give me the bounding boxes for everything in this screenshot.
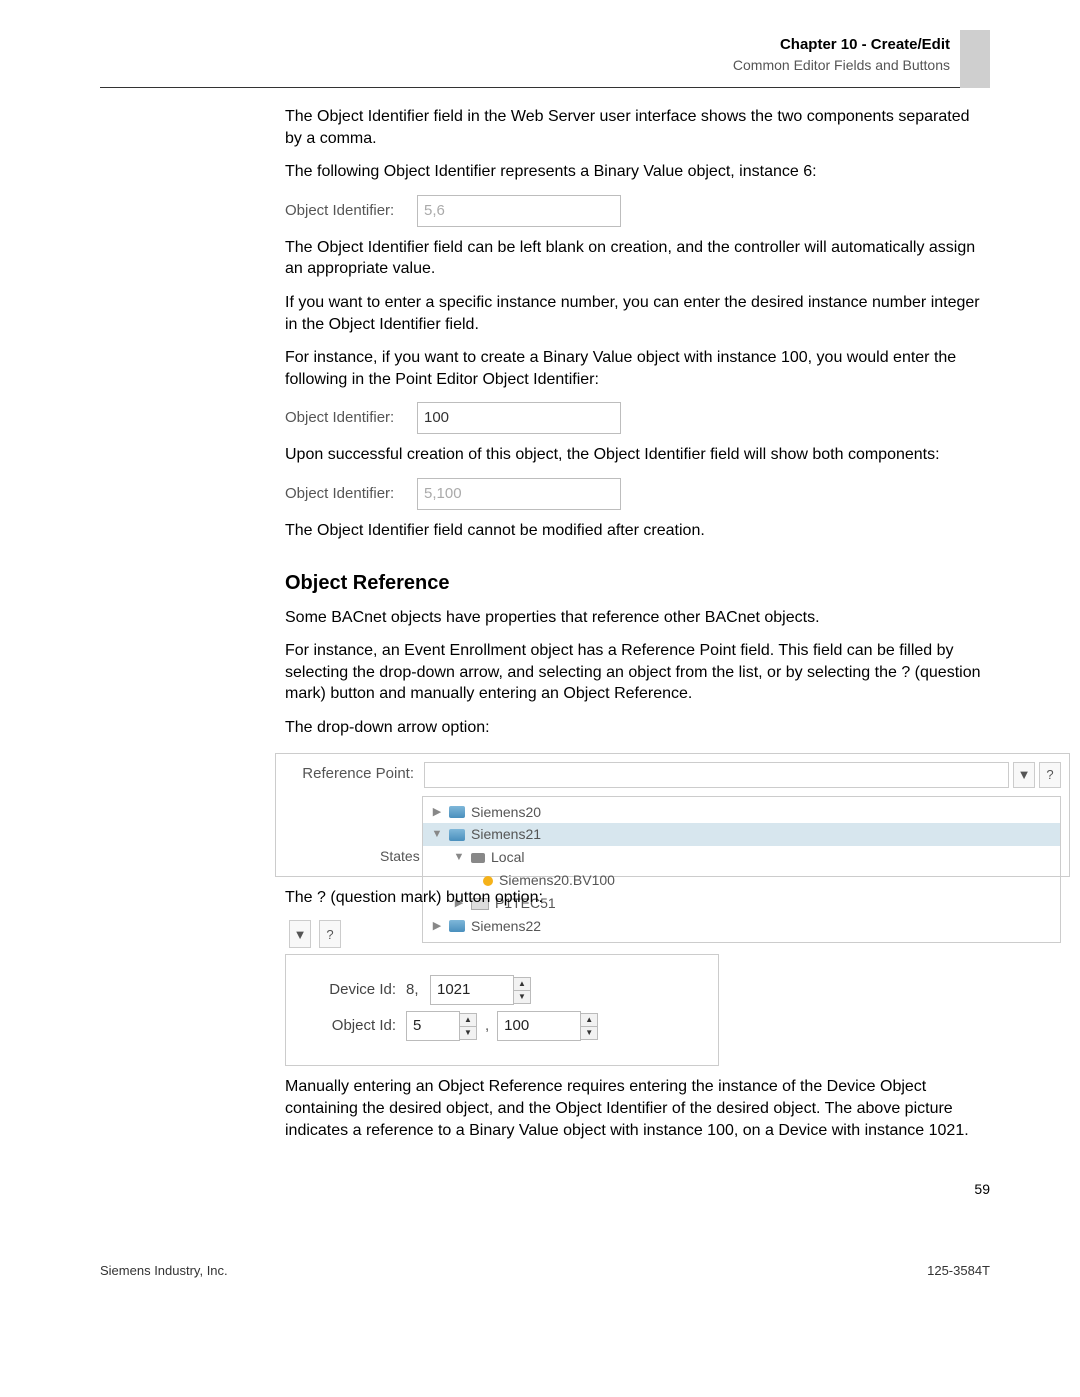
- object-identifier-example-2: Object Identifier: 100: [285, 402, 990, 434]
- device-icon: [449, 920, 465, 932]
- tree-node-label: Siemens22: [471, 917, 541, 936]
- reference-point-dropdown-example: Reference Point: ▼ ? Siemens20 Siemens21: [275, 753, 1070, 877]
- body-paragraph: Manually entering an Object Reference re…: [285, 1076, 990, 1141]
- object-reference-manual-panel: Device Id: 8, 1021 ▲ ▼ Object Id: 5 ▲ ▼: [285, 954, 719, 1066]
- local-icon: [471, 853, 485, 863]
- footer-right: 125-3584T: [927, 1263, 990, 1278]
- device-icon: [449, 806, 465, 818]
- object-identifier-label: Object Identifier:: [285, 408, 417, 428]
- chevron-down-icon: ▼: [294, 926, 307, 944]
- chapter-subtitle: Common Editor Fields and Buttons: [100, 57, 950, 73]
- dropdown-arrow-button[interactable]: ▼: [289, 920, 311, 948]
- content-column: The Object Identifier field in the Web S…: [285, 106, 990, 1141]
- body-paragraph: The Object Identifier field can be left …: [285, 237, 990, 280]
- object-id-label: Object Id:: [306, 1016, 406, 1036]
- object-identifier-label: Object Identifier:: [285, 484, 417, 504]
- states-label: States: [380, 847, 420, 866]
- tree-node-label: Siemens21: [471, 825, 541, 844]
- object-identifier-label: Object Identifier:: [285, 201, 417, 221]
- page-header: Chapter 10 - Create/Edit Common Editor F…: [100, 30, 990, 73]
- body-paragraph: The Object Identifier field cannot be mo…: [285, 520, 990, 542]
- body-paragraph: For instance, an Event Enrollment object…: [285, 640, 990, 705]
- value-separator: ,: [477, 1016, 497, 1036]
- page-number: 59: [100, 1181, 990, 1197]
- number-stepper[interactable]: ▲ ▼: [513, 977, 531, 1004]
- object-identifier-example-3: Object Identifier: 5,100: [285, 478, 990, 510]
- body-paragraph: Some BACnet objects have properties that…: [285, 607, 990, 629]
- question-mark-panel-example: ▼ ? Device Id: 8, 1021 ▲ ▼ Object Id: 5: [285, 920, 990, 1066]
- footer-left: Siemens Industry, Inc.: [100, 1263, 228, 1278]
- chevron-down-icon: ▼: [581, 1026, 597, 1039]
- device-instance-input[interactable]: 1021: [430, 975, 514, 1005]
- body-paragraph: The following Object Identifier represen…: [285, 161, 990, 183]
- tree-node-label: Local: [491, 848, 524, 867]
- header-rule: [100, 87, 990, 88]
- chevron-up-icon: ▲: [581, 1014, 597, 1026]
- body-paragraph: The Object Identifier field in the Web S…: [285, 106, 990, 149]
- body-paragraph: The ? (question mark) button option:: [285, 887, 990, 909]
- object-identifier-example-1: Object Identifier: 5,6: [285, 195, 990, 227]
- body-paragraph: Upon successful creation of this object,…: [285, 444, 990, 466]
- number-stepper[interactable]: ▲ ▼: [459, 1013, 477, 1040]
- dropdown-arrow-button[interactable]: ▼: [1013, 762, 1035, 788]
- question-mark-button[interactable]: ?: [319, 920, 341, 948]
- body-paragraph: The drop-down arrow option:: [285, 717, 990, 739]
- question-mark-button[interactable]: ?: [1039, 762, 1061, 788]
- chevron-down-icon: ▼: [1018, 766, 1031, 784]
- device-id-prefix: 8,: [406, 980, 430, 1000]
- tree-node-device[interactable]: Siemens20: [423, 801, 1060, 824]
- tree-node-label: Siemens20: [471, 803, 541, 822]
- tree-node-device-selected[interactable]: Siemens21: [423, 823, 1060, 846]
- chevron-down-icon: ▼: [514, 990, 530, 1003]
- body-paragraph: For instance, if you want to create a Bi…: [285, 347, 990, 390]
- tree-node-local[interactable]: Local: [423, 846, 1060, 869]
- point-icon: [483, 876, 493, 886]
- chevron-down-icon: ▼: [460, 1026, 476, 1039]
- chevron-down-icon: [431, 827, 443, 842]
- chevron-up-icon: ▲: [460, 1014, 476, 1026]
- body-paragraph: If you want to enter a specific instance…: [285, 292, 990, 335]
- chevron-right-icon: [431, 805, 443, 820]
- object-identifier-field-readonly: 5,100: [417, 478, 621, 510]
- chapter-title: Chapter 10 - Create/Edit: [100, 36, 950, 53]
- reference-point-label: Reference Point:: [284, 764, 424, 784]
- chevron-down-icon: [453, 850, 465, 865]
- object-identifier-field-editable[interactable]: 100: [417, 402, 621, 434]
- chevron-right-icon: [431, 919, 443, 934]
- device-id-label: Device Id:: [306, 980, 406, 1000]
- object-identifier-field-readonly: 5,6: [417, 195, 621, 227]
- section-heading-object-reference: Object Reference: [285, 570, 990, 597]
- page-footer: Siemens Industry, Inc. 125-3584T: [100, 1257, 990, 1278]
- reference-point-field[interactable]: [424, 762, 1009, 788]
- object-instance-input[interactable]: 100: [497, 1011, 581, 1041]
- object-type-input[interactable]: 5: [406, 1011, 460, 1041]
- number-stepper[interactable]: ▲ ▼: [580, 1013, 598, 1040]
- chevron-up-icon: ▲: [514, 978, 530, 990]
- device-icon: [449, 829, 465, 841]
- header-accent-block: [960, 30, 990, 88]
